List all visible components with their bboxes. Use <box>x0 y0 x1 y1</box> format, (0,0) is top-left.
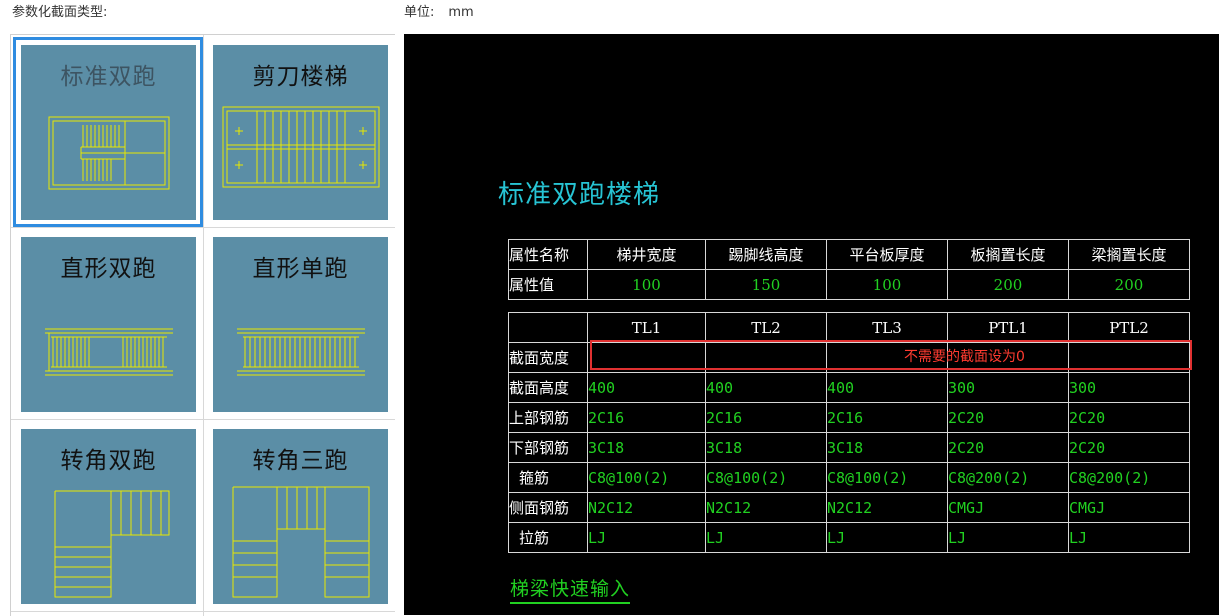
beam-value-cell[interactable]: 2C16 <box>826 402 948 433</box>
beam-value-cell[interactable]: LJ <box>705 522 827 553</box>
beam-value-cell[interactable]: N2C12 <box>705 492 827 523</box>
beam-header-cell: TL1 <box>587 312 706 343</box>
tile: 直形单跑 <box>213 237 388 412</box>
beam-value-cell[interactable]: CMGJ <box>947 492 1069 523</box>
gallery-divider <box>11 227 395 228</box>
prop-value-cell[interactable]: 100 <box>587 269 706 300</box>
row-label: 截面宽度 <box>508 342 588 373</box>
stair-properties-table: 属性名称 梯井宽度 踢脚线高度 平台板厚度 板搁置长度 梁搁置长度 属性值 10… <box>508 239 1190 300</box>
beam-value-cell[interactable]: LJ <box>947 522 1069 553</box>
unit-display: 单位: mm <box>404 0 474 30</box>
tile: 标准双跑 <box>21 45 196 220</box>
beam-value-cell[interactable]: 2C20 <box>947 432 1069 463</box>
tile: 剪刀楼梯 <box>213 45 388 220</box>
beam-value-cell[interactable]: LJ <box>826 522 948 553</box>
section-width-note: 不需要的截面设为0 <box>904 349 1025 365</box>
row-label: 上部钢筋 <box>508 402 588 433</box>
prop-value-cell[interactable]: 200 <box>947 269 1069 300</box>
beam-value-cell[interactable]: 300 <box>1068 372 1190 403</box>
prop-header-cell: 梁搁置长度 <box>1068 239 1190 270</box>
section-width-highlight <box>590 340 1192 370</box>
table-row: 上部钢筋 2C16 2C16 2C16 2C20 2C20 <box>508 402 1190 433</box>
beam-value-cell[interactable]: 3C18 <box>826 432 948 463</box>
tile: 转角三跑 <box>213 429 388 604</box>
prop-value-label: 属性值 <box>508 269 588 300</box>
gallery-divider <box>11 611 395 612</box>
prop-header-cell: 踢脚线高度 <box>705 239 827 270</box>
gallery-item-straight-double[interactable]: 直形双跑 <box>13 229 203 419</box>
gallery-divider <box>11 419 395 420</box>
beam-header-cell: TL3 <box>826 312 948 343</box>
tile: 转角双跑 <box>21 429 196 604</box>
corner-triple-stair-icon <box>232 486 370 598</box>
straight-double-stair-icon <box>45 328 173 376</box>
row-label: 截面高度 <box>508 372 588 403</box>
table-row: 下部钢筋 3C18 3C18 3C18 2C20 2C20 <box>508 432 1190 463</box>
table-row: 属性值 100 150 100 200 200 <box>508 269 1190 300</box>
beam-value-cell[interactable]: C8@100(2) <box>587 462 706 493</box>
table-row: 属性名称 梯井宽度 踢脚线高度 平台板厚度 板搁置长度 梁搁置长度 <box>508 239 1190 270</box>
beam-value-cell[interactable]: N2C12 <box>826 492 948 523</box>
gallery-item-scissor[interactable]: 剪刀楼梯 <box>205 37 395 227</box>
beam-value-cell[interactable]: 300 <box>947 372 1069 403</box>
unit-value: mm <box>448 5 474 20</box>
beam-header-cell: PTL1 <box>947 312 1069 343</box>
standard-double-stair-icon <box>48 116 170 190</box>
beam-header-cell <box>508 312 588 343</box>
row-label: 下部钢筋 <box>508 432 588 463</box>
prop-header-cell: 属性名称 <box>508 239 588 270</box>
beam-quick-input-link[interactable]: 梯梁快速输入 <box>510 574 631 604</box>
gallery-item-corner-triple[interactable]: 转角三跑 <box>205 421 395 611</box>
beam-value-cell[interactable]: C8@200(2) <box>947 462 1069 493</box>
beam-value-cell[interactable]: 400 <box>705 372 827 403</box>
beam-value-cell[interactable]: 2C20 <box>947 402 1069 433</box>
gallery-item-standard-double[interactable]: 标准双跑 <box>13 37 203 227</box>
beam-value-cell[interactable]: 2C16 <box>587 402 706 433</box>
beam-value-cell[interactable]: CMGJ <box>1068 492 1190 523</box>
prop-header-cell: 板搁置长度 <box>947 239 1069 270</box>
beam-value-cell[interactable]: 3C18 <box>587 432 706 463</box>
row-label: 箍筋 <box>508 462 588 493</box>
beam-value-cell[interactable]: C8@200(2) <box>1068 462 1190 493</box>
straight-single-stair-icon <box>237 328 365 376</box>
table-row: 截面高度 400 400 400 300 300 <box>508 372 1190 403</box>
prop-header-cell: 梯井宽度 <box>587 239 706 270</box>
preview-title: 标准双跑楼梯 <box>498 180 661 210</box>
table-row: 拉筋 LJ LJ LJ LJ LJ <box>508 522 1190 553</box>
prop-value-cell[interactable]: 100 <box>826 269 948 300</box>
prop-value-cell[interactable]: 200 <box>1068 269 1190 300</box>
beam-value-cell[interactable]: 2C20 <box>1068 402 1190 433</box>
prop-value-cell[interactable]: 150 <box>705 269 827 300</box>
beam-value-cell[interactable]: 2C16 <box>705 402 827 433</box>
section-preview-canvas: 标准双跑楼梯 属性名称 梯井宽度 踢脚线高度 平台板厚度 板搁置长度 梁搁置长度… <box>404 34 1219 615</box>
tile: 直形双跑 <box>21 237 196 412</box>
corner-double-stair-icon <box>54 490 170 598</box>
beam-value-cell[interactable]: LJ <box>587 522 706 553</box>
unit-label: 单位: <box>404 5 435 20</box>
section-type-label: 参数化截面类型: <box>12 5 108 20</box>
row-label: 拉筋 <box>508 522 588 553</box>
table-row: TL1 TL2 TL3 PTL1 PTL2 <box>508 312 1190 343</box>
beam-value-cell[interactable]: 400 <box>826 372 948 403</box>
table-row: 侧面钢筋 N2C12 N2C12 N2C12 CMGJ CMGJ <box>508 492 1190 523</box>
beam-value-cell[interactable]: N2C12 <box>587 492 706 523</box>
section-type-gallery: 标准双跑 剪刀楼梯 直形双跑 直形单跑 转角双跑 转角三跑 <box>10 34 395 616</box>
beam-value-cell[interactable]: 2C20 <box>1068 432 1190 463</box>
table-row: 箍筋 C8@100(2) C8@100(2) C8@100(2) C8@200(… <box>508 462 1190 493</box>
beam-value-cell[interactable]: C8@100(2) <box>826 462 948 493</box>
prop-header-cell: 平台板厚度 <box>826 239 948 270</box>
beam-value-cell[interactable]: 3C18 <box>705 432 827 463</box>
gallery-item-corner-double[interactable]: 转角双跑 <box>13 421 203 611</box>
row-label: 侧面钢筋 <box>508 492 588 523</box>
beam-value-cell[interactable]: LJ <box>1068 522 1190 553</box>
gallery-divider <box>203 35 204 616</box>
beam-value-cell[interactable]: C8@100(2) <box>705 462 827 493</box>
beam-value-cell[interactable]: 400 <box>587 372 706 403</box>
beam-header-cell: TL2 <box>705 312 827 343</box>
scissor-stair-icon <box>222 106 380 188</box>
gallery-item-straight-single[interactable]: 直形单跑 <box>205 229 395 419</box>
beam-header-cell: PTL2 <box>1068 312 1190 343</box>
